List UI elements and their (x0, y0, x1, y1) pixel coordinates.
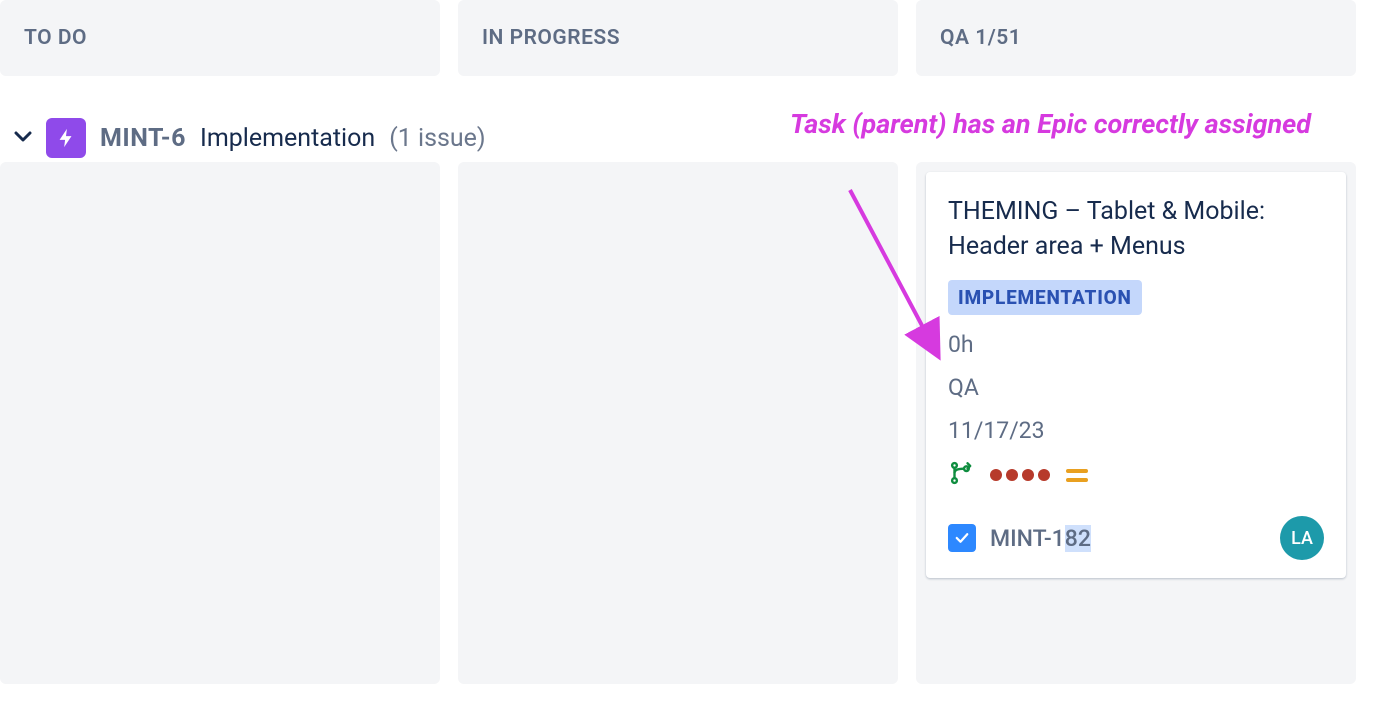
epic-key[interactable]: MINT-6 (100, 124, 186, 153)
column-body-inprogress[interactable] (458, 162, 898, 684)
column-header-todo[interactable]: TO DO (0, 0, 440, 76)
epic-issue-count: (1 issue) (389, 124, 485, 153)
commit-dots-icon (990, 469, 1050, 481)
branch-icon (948, 460, 974, 490)
card-time: 0h (948, 331, 1324, 358)
card-title: THEMING – Tablet & Mobile: Header area +… (948, 194, 1324, 264)
column-body-todo[interactable] (0, 162, 440, 684)
issue-key[interactable]: MINT-182 (990, 525, 1091, 552)
card-date: 11/17/23 (948, 417, 1324, 444)
epic-badge[interactable]: IMPLEMENTATION (948, 280, 1142, 315)
priority-medium-icon (1066, 469, 1088, 482)
annotation-text: Task (parent) has an Epic correctly assi… (790, 106, 1311, 142)
epic-icon (46, 118, 86, 158)
assignee-avatar[interactable]: LA (1280, 516, 1324, 560)
column-header-inprogress[interactable]: IN PROGRESS (458, 0, 898, 76)
task-type-icon (948, 524, 976, 552)
card-status: QA (948, 374, 1324, 401)
issue-card[interactable]: THEMING – Tablet & Mobile: Header area +… (926, 172, 1346, 578)
chevron-down-icon[interactable] (14, 130, 32, 146)
epic-title: Implementation (200, 124, 375, 153)
column-body-qa[interactable]: THEMING – Tablet & Mobile: Header area +… (916, 162, 1356, 684)
column-header-qa[interactable]: QA 1/51 (916, 0, 1356, 76)
